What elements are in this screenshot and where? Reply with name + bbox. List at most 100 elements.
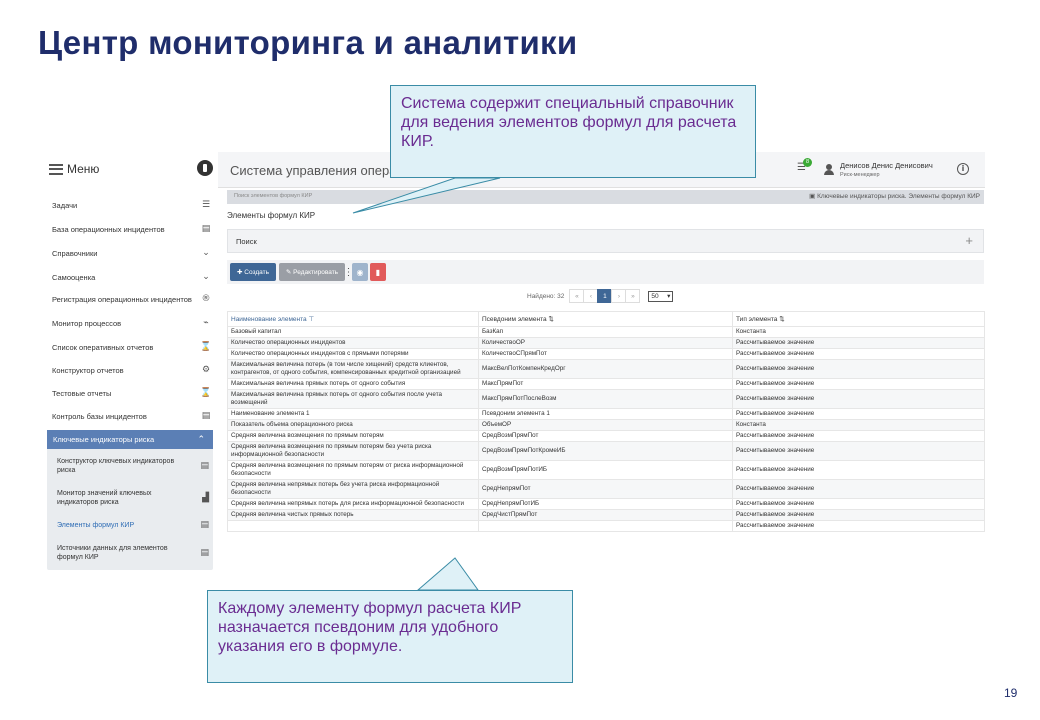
table-cell-type: Константа [732, 419, 985, 431]
more-options-icon[interactable]: ⋮ [344, 263, 354, 281]
sidebar-subitem-kir-sources[interactable]: Источники данных для элементов формул КИ… [57, 544, 209, 562]
sidebar-item-process-monitor[interactable]: Монитор процессов ⌁ [52, 313, 212, 333]
last-page-button[interactable]: » [625, 289, 641, 303]
sidebar-subitem-kir-elements[interactable]: Элементы формул КИР ▤ [57, 521, 209, 530]
table-cell-type: Рассчитываемое значение [732, 348, 985, 360]
user-name[interactable]: Денисов Денис Денисович [840, 161, 933, 170]
registered-icon: ® [201, 294, 211, 304]
table-cell-type: Рассчитываемое значение [732, 389, 985, 409]
pagination: Найдено: 32 « ‹ 1 › » 50 ▾ [527, 289, 674, 303]
table-cell-alias: БазКап [478, 326, 733, 338]
table-row[interactable]: Максимальная величина прямых потерь от о… [227, 389, 985, 409]
sidebar-item-label: Конструктор отчетов [52, 365, 124, 375]
sidebar-subitem-kir-builder[interactable]: Конструктор ключевых индикаторов риска ▤ [57, 457, 209, 475]
sidebar-item-self-assessment[interactable]: Самооценка ⌄ [52, 267, 212, 287]
breadcrumb-left: Поиск элементов формул КИР [234, 193, 313, 199]
delete-button[interactable]: ▮ [370, 263, 386, 281]
column-header-label: Наименование элемента [231, 316, 307, 323]
table-cell-name: Средняя величина непрямых потерь без уче… [227, 479, 479, 499]
search-panel[interactable]: Поиск + [227, 229, 984, 253]
pulse-icon: ⌁ [203, 318, 209, 328]
table-cell-name: Базовый капитал [227, 326, 479, 338]
sidebar-item-label: Контроль базы инцидентов [52, 411, 147, 421]
chevron-down-icon: ▾ [667, 293, 671, 300]
chevron-down-icon: ⌄ [202, 248, 210, 258]
table-header-row: Наименование элемента ⊤ Псевдоним элемен… [227, 311, 985, 327]
hourglass-icon: ⌛ [200, 388, 212, 398]
info-icon[interactable]: i [957, 163, 969, 175]
table-row[interactable]: Средняя величина возмещения по прямым по… [227, 441, 985, 461]
column-header-name[interactable]: Наименование элемента ⊤ [227, 311, 479, 327]
eye-icon: ◉ [356, 267, 364, 277]
table-row[interactable]: Максимальная величина прямых потерь от о… [227, 378, 985, 390]
plus-icon: ✚ [237, 269, 245, 276]
table-row[interactable]: Наименование элемента 1 Псевдоним элемент… [227, 408, 985, 420]
filter-icon[interactable]: ⊤ [308, 316, 314, 323]
sidebar-item-references[interactable]: Справочники ⌄ [52, 243, 212, 263]
table-cell-alias: МаксПрямПот [478, 378, 733, 390]
sidebar-group-kir-header[interactable]: Ключевые индикаторы риска ⌃ [47, 430, 213, 449]
table-cell-name: Средняя величина возмещения по прямым по… [227, 430, 479, 442]
sidebar-subitem-kir-monitor[interactable]: Монитор значений ключевых индикаторов ри… [57, 489, 209, 507]
column-header-type[interactable]: Тип элемента ⇅ [732, 311, 985, 327]
sidebar-item-label: База операционных инцидентов [52, 224, 165, 234]
table-row[interactable]: Базовый капитал БазКап Константа [227, 326, 985, 338]
table-cell-name: Количество операционных инцидентов [227, 337, 479, 349]
sidebar-item-incident-base[interactable]: База операционных инцидентов ▤ [52, 219, 212, 239]
current-page-button[interactable]: 1 [597, 289, 613, 303]
sort-icon[interactable]: ⇅ [779, 316, 784, 323]
hamburger-icon[interactable] [49, 163, 63, 175]
pin-icon[interactable] [197, 160, 213, 176]
table-cell-alias: СредВозмПрямПотИБ [478, 460, 733, 480]
sidebar-item-tasks[interactable]: Задачи ☰ [52, 195, 212, 215]
table-row[interactable]: Средняя величина непрямых потерь без уче… [227, 479, 985, 499]
sidebar-item-label: Список оперативных отчетов [52, 342, 154, 352]
edit-button[interactable]: ✎ Редактировать [279, 263, 345, 281]
next-page-button[interactable]: › [611, 289, 627, 303]
breadcrumb-right-text[interactable]: Ключевые индикаторы риска. Элементы форм… [817, 193, 980, 200]
table-row[interactable]: Количество операционных инцидентов с пря… [227, 348, 985, 360]
sidebar-group-kir: Ключевые индикаторы риска ⌃ Конструктор … [47, 430, 213, 570]
breadcrumb-right: ▣ Ключевые индикаторы риска. Элементы фо… [809, 192, 980, 200]
view-button[interactable]: ◉ [352, 263, 368, 281]
found-count: Найдено: 32 [527, 292, 565, 300]
table-row[interactable]: Средняя величина непрямых потерь для рис… [227, 498, 985, 510]
table-cell-type: Константа [732, 326, 985, 338]
column-header-alias[interactable]: Псевдоним элемента ⇅ [478, 311, 733, 327]
table-cell-alias: ОбъемОР [478, 419, 733, 431]
create-button[interactable]: ✚ Создать [230, 263, 276, 281]
table-cell-alias: МаксПрямПотПослеВозм [478, 389, 733, 409]
sidebar-item-incident-base-control[interactable]: Контроль базы инцидентов ▤ [52, 406, 212, 426]
table-row[interactable]: Показатель объема операционного риска Объ… [227, 419, 985, 431]
table-row[interactable]: Количество операционных инцидентов Количе… [227, 337, 985, 349]
first-page-button[interactable]: « [569, 289, 585, 303]
table-row[interactable]: Средняя величина чистых прямых потерь Сре… [227, 509, 985, 521]
table-row[interactable]: Средняя величина возмещения по прямым по… [227, 460, 985, 480]
sidebar-subitem-label: Конструктор ключевых индикаторов риска [57, 458, 175, 474]
table-cell-name: Максимальная величина прямых потерь от о… [227, 378, 479, 390]
column-header-label: Псевдоним элемента [482, 316, 547, 323]
sidebar-item-label: Самооценка [52, 272, 96, 282]
edit-button-label: Редактировать [293, 268, 339, 276]
table-row[interactable]: Рассчитываемое значение [227, 520, 985, 532]
sidebar-item-incident-registration[interactable]: Регистрация операционных инцидентов ® [52, 289, 212, 309]
sidebar-subitem-label: Элементы формул КИР [57, 522, 135, 529]
table-cell-alias: СредНепрямПотИБ [478, 498, 733, 510]
table-cell-name: Количество операционных инцидентов с пря… [227, 348, 479, 360]
sidebar-item-report-builder[interactable]: Конструктор отчетов ⚙ [52, 360, 212, 380]
table-cell-type: Рассчитываемое значение [732, 441, 985, 461]
page-size-select[interactable]: 50 ▾ [648, 290, 674, 302]
prev-page-button[interactable]: ‹ [583, 289, 599, 303]
table-cell-name: Средняя величина непрямых потерь для рис… [227, 498, 479, 510]
table-cell-type: Рассчитываемое значение [732, 337, 985, 349]
sidebar-item-operational-reports[interactable]: Список оперативных отчетов ⌛ [52, 337, 212, 357]
menu-header[interactable]: Меню [49, 160, 214, 176]
table-row[interactable]: Средняя величина возмещения по прямым по… [227, 430, 985, 442]
sidebar-item-test-reports[interactable]: Тестовые отчеты ⌛ [52, 383, 212, 403]
chart-icon: ▟ [202, 492, 209, 503]
expand-plus-icon[interactable]: + [965, 233, 973, 248]
table-row[interactable]: Максимальная величина потерь (в том числ… [227, 359, 985, 379]
table-cell-type: Рассчитываемое значение [732, 408, 985, 420]
sidebar-item-label: Тестовые отчеты [52, 388, 112, 398]
sort-icon[interactable]: ⇅ [548, 316, 553, 323]
